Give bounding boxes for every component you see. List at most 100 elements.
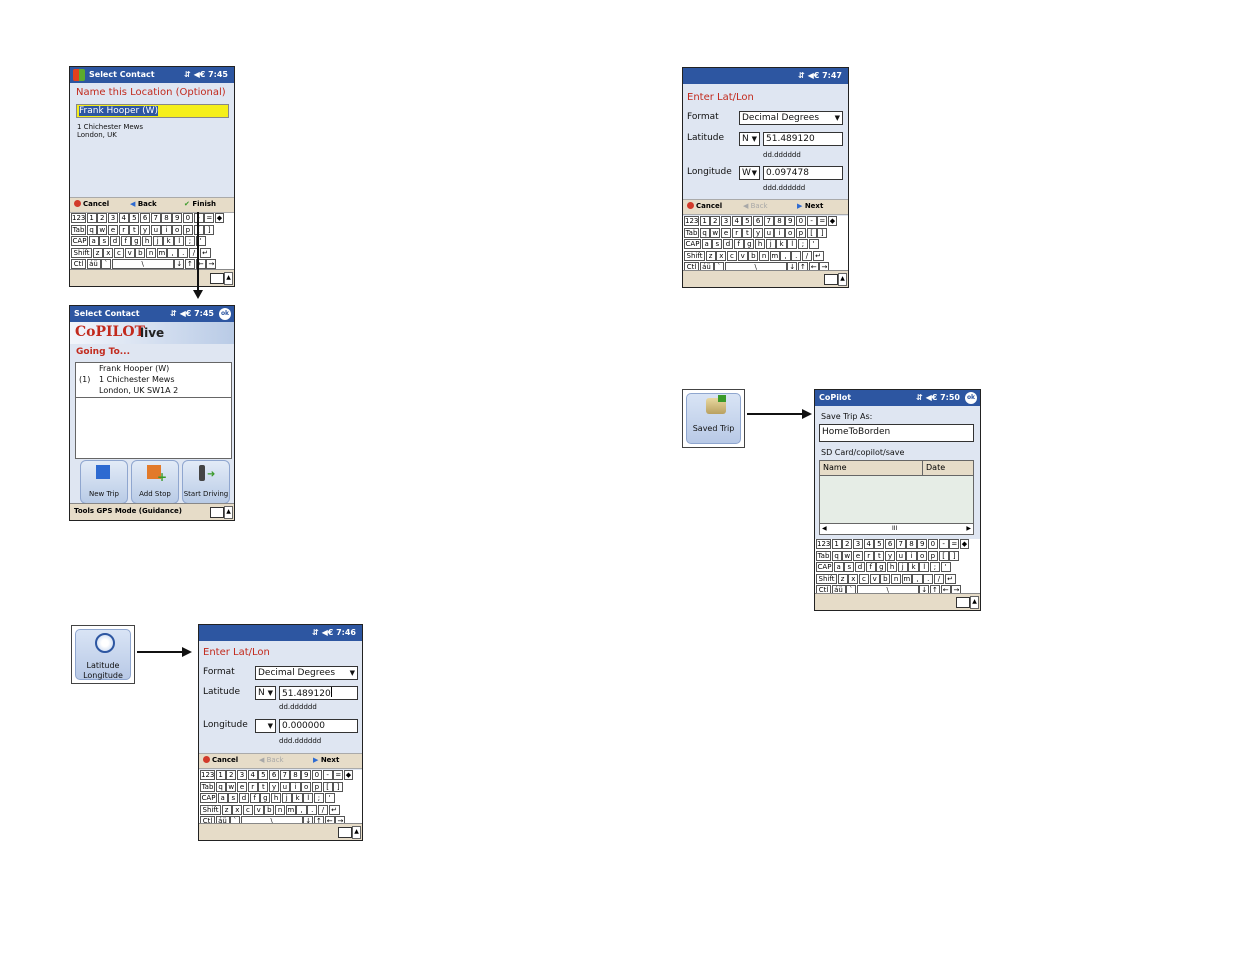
key-0-3[interactable]: 3 xyxy=(720,216,732,226)
horizontal-scrollbar[interactable]: ◀ III ▶ xyxy=(820,523,973,534)
key-4-1[interactable]: áü xyxy=(86,259,101,269)
input-menu-arrow-icon[interactable]: ▲ xyxy=(224,506,233,519)
key-1-8[interactable]: i xyxy=(161,224,172,235)
key-1-4[interactable]: r xyxy=(247,781,258,792)
key-2-11[interactable]: ' xyxy=(940,562,951,572)
input-menu-arrow-icon[interactable]: ▲ xyxy=(970,596,979,609)
key-2-7[interactable]: j xyxy=(152,236,163,246)
key-0-7[interactable]: 7 xyxy=(150,213,161,223)
key-1-5[interactable]: t xyxy=(874,550,885,561)
key-3-11[interactable]: ↵ xyxy=(328,804,340,815)
cancel-button[interactable]: Cancel xyxy=(687,202,722,210)
key-1-6[interactable]: y xyxy=(269,781,280,792)
key-2-1[interactable]: a xyxy=(833,562,844,572)
key-0-0[interactable]: 123 xyxy=(816,539,831,549)
key-0-3[interactable]: 3 xyxy=(107,213,119,223)
key-2-6[interactable]: h xyxy=(755,239,766,249)
key-1-6[interactable]: y xyxy=(140,224,151,235)
key-3-1[interactable]: z xyxy=(221,804,232,815)
tray-icons[interactable]: ⇵ ◀€ xyxy=(916,393,937,402)
key-0-11[interactable]: - xyxy=(938,539,949,549)
key-1-1[interactable]: q xyxy=(215,781,226,792)
key-2-1[interactable]: a xyxy=(88,236,99,246)
key-0-2[interactable]: 2 xyxy=(226,770,237,780)
key-1-7[interactable]: u xyxy=(279,781,290,792)
key-0-11[interactable]: - xyxy=(322,770,333,780)
key-1-1[interactable]: q xyxy=(86,224,97,235)
key-0-0[interactable]: 123 xyxy=(71,213,86,223)
key-3-4[interactable]: v xyxy=(737,250,748,261)
input-menu-arrow-icon[interactable]: ▲ xyxy=(352,826,361,839)
key-2-10[interactable]: ; xyxy=(797,239,808,249)
key-2-5[interactable]: g xyxy=(744,239,755,249)
column-header-date[interactable]: Date xyxy=(926,463,945,472)
key-3-0[interactable]: Shift xyxy=(71,247,92,258)
cancel-button[interactable]: Cancel xyxy=(203,756,238,764)
key-1-12[interactable]: ] xyxy=(204,224,215,235)
key-1-1[interactable]: q xyxy=(699,227,710,238)
longitude-input[interactable]: 0.000000 xyxy=(279,719,358,733)
key-0-8[interactable]: 8 xyxy=(161,213,172,223)
cancel-button[interactable]: Cancel xyxy=(74,200,109,208)
scroll-thumb[interactable]: III xyxy=(892,525,897,532)
key-1-6[interactable]: y xyxy=(753,227,764,238)
list-item[interactable]: (1) Frank Hooper (W) 1 Chichester Mews L… xyxy=(76,363,231,398)
add-stop-button[interactable]: + Add Stop xyxy=(131,460,179,504)
key-1-6[interactable]: y xyxy=(885,550,896,561)
key-2-8[interactable]: k xyxy=(292,793,303,803)
latitude-direction-select[interactable]: N ▼ xyxy=(739,132,760,146)
key-4-3[interactable]: \ xyxy=(111,259,174,269)
key-4-0[interactable]: Ctl xyxy=(71,259,86,269)
tools-menu[interactable]: Tools GPS Mode (Guidance) xyxy=(74,507,182,515)
key-2-1[interactable]: a xyxy=(217,793,228,803)
latitude-input[interactable]: 51.489120 xyxy=(279,686,358,700)
key-1-10[interactable]: p xyxy=(182,224,193,235)
key-3-2[interactable]: x xyxy=(848,573,859,584)
key-1-8[interactable]: i xyxy=(290,781,301,792)
key-1-11[interactable]: [ xyxy=(938,550,949,561)
key-2-1[interactable]: a xyxy=(701,239,712,249)
key-2-6[interactable]: h xyxy=(142,236,153,246)
key-3-8[interactable]: , xyxy=(296,804,307,815)
latitude-input[interactable]: 51.489120 xyxy=(763,132,843,146)
key-3-1[interactable]: z xyxy=(705,250,716,261)
key-2-5[interactable]: g xyxy=(131,236,142,246)
key-0-5[interactable]: 5 xyxy=(874,539,885,549)
key-3-3[interactable]: c xyxy=(113,247,125,258)
back-button[interactable]: ◀ Back xyxy=(130,200,157,208)
key-1-2[interactable]: w xyxy=(710,227,721,238)
key-0-7[interactable]: 7 xyxy=(279,770,290,780)
scroll-right-icon[interactable]: ▶ xyxy=(966,525,971,532)
saved-trip-tile[interactable]: Saved Trip xyxy=(682,389,745,448)
key-1-7[interactable]: u xyxy=(150,224,161,235)
key-0-13[interactable]: ◆ xyxy=(959,539,969,549)
key-0-2[interactable]: 2 xyxy=(710,216,721,226)
key-3-2[interactable]: x xyxy=(232,804,243,815)
key-1-8[interactable]: i xyxy=(774,227,785,238)
key-0-4[interactable]: 4 xyxy=(247,770,258,780)
key-2-0[interactable]: CAP xyxy=(200,793,217,803)
key-0-12[interactable]: = xyxy=(333,770,344,780)
format-select[interactable]: Decimal Degrees ▼ xyxy=(739,111,843,125)
key-0-10[interactable]: 0 xyxy=(311,770,322,780)
key-3-9[interactable]: . xyxy=(791,250,802,261)
key-1-1[interactable]: q xyxy=(831,550,842,561)
keyboard-icon[interactable] xyxy=(338,827,352,838)
key-0-5[interactable]: 5 xyxy=(742,216,753,226)
key-3-11[interactable]: ↵ xyxy=(199,247,211,258)
key-2-9[interactable]: l xyxy=(174,236,185,246)
key-2-2[interactable]: s xyxy=(99,236,110,246)
key-0-0[interactable]: 123 xyxy=(200,770,215,780)
key-2-7[interactable]: j xyxy=(765,239,776,249)
key-2-9[interactable]: l xyxy=(787,239,798,249)
key-1-3[interactable]: e xyxy=(852,550,864,561)
key-1-2[interactable]: w xyxy=(97,224,108,235)
latlon-tile[interactable]: Latitude Longitude xyxy=(71,625,135,684)
key-0-9[interactable]: 9 xyxy=(785,216,796,226)
key-3-5[interactable]: b xyxy=(264,804,275,815)
key-0-13[interactable]: ◆ xyxy=(214,213,224,223)
key-0-13[interactable]: ◆ xyxy=(827,216,837,226)
key-0-1[interactable]: 1 xyxy=(86,213,97,223)
key-2-7[interactable]: j xyxy=(281,793,292,803)
key-3-1[interactable]: z xyxy=(837,573,848,584)
